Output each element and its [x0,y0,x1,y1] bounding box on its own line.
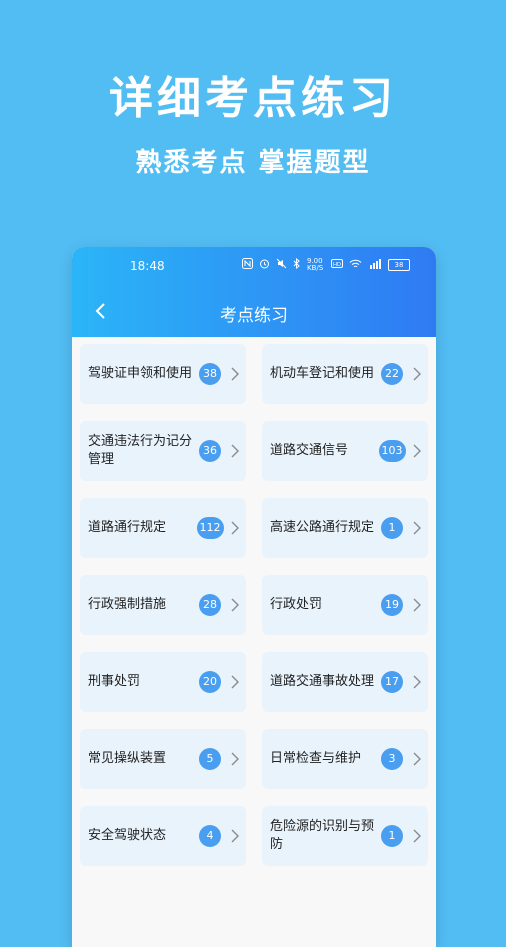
topic-label: 道路交通事故处理 [270,674,375,689]
mute-icon [276,258,287,272]
promo-title: 详细考点练习 [109,73,397,124]
bluetooth-icon [293,257,301,272]
topic-card[interactable]: 驾驶证申领和使用 38 [80,344,246,404]
topic-card[interactable]: 行政处罚 19 [262,575,428,635]
signal-icon [368,258,382,272]
question-count-badge: 19 [381,594,403,616]
chevron-right-icon [413,675,421,689]
topic-card[interactable]: 行政强制措施 28 [80,575,246,635]
page-title: 考点练习 [220,306,288,326]
topic-card[interactable]: 道路交通信号 103 [262,421,428,481]
question-count-badge: 5 [199,748,221,770]
question-count-badge: 1 [381,825,403,847]
svg-text:HD: HD [333,262,341,268]
status-time: 18:48 [130,259,165,273]
topic-label: 驾驶证申领和使用 [88,366,193,381]
topic-label: 日常检查与维护 [270,751,362,766]
topic-label: 道路交通信号 [270,443,349,458]
topic-card[interactable]: 日常检查与维护 3 [262,729,428,789]
topic-card[interactable]: 机动车登记和使用 22 [262,344,428,404]
status-icons: 9.00 KB/S HD 38 [242,258,410,272]
topic-card[interactable]: 交通违法行为记分管理 36 [80,421,246,481]
alarm-icon [259,258,270,272]
question-count-badge: 38 [199,363,221,385]
wifi-icon [349,259,362,272]
chevron-right-icon [231,367,239,381]
chevron-right-icon [231,752,239,766]
topic-label: 刑事处罚 [88,674,141,689]
chevron-right-icon [231,598,239,612]
topic-label: 常见操纵装置 [88,751,167,766]
question-count-badge: 36 [199,440,221,462]
topic-card[interactable]: 安全驾驶状态 4 [80,806,246,866]
topic-card[interactable]: 刑事处罚 20 [80,652,246,712]
topic-label: 行政处罚 [270,597,323,612]
chevron-right-icon [231,675,239,689]
topic-label: 高速公路通行规定 [270,520,375,535]
topic-label: 行政强制措施 [88,597,167,612]
topic-card[interactable]: 危险源的识别与预防 1 [262,806,428,866]
topic-card[interactable]: 常见操纵装置 5 [80,729,246,789]
topic-label: 交通违法行为记分管理 [88,434,193,467]
network-speed: 9.00 KB/S [307,257,324,272]
chevron-right-icon [231,829,239,843]
nfc-icon [242,258,253,272]
question-count-badge: 20 [199,671,221,693]
question-count-badge: 22 [381,363,403,385]
topic-card[interactable]: 高速公路通行规定 1 [262,498,428,558]
question-count-badge: 3 [381,748,403,770]
question-count-badge: 4 [199,825,221,847]
battery-icon: 38 [388,259,410,271]
chevron-right-icon [413,598,421,612]
topic-card[interactable]: 道路通行规定 112 [80,498,246,558]
chevron-right-icon [231,521,239,535]
promo-subtitle: 熟悉考点 掌握题型 [135,148,371,178]
chevron-right-icon [413,752,421,766]
question-count-badge: 103 [378,440,406,462]
topic-label: 道路通行规定 [88,520,167,535]
hd-icon: HD [331,259,343,271]
question-count-badge: 1 [381,517,403,539]
chevron-right-icon [413,444,421,458]
topic-label: 安全驾驶状态 [88,828,167,843]
topic-label: 机动车登记和使用 [270,366,375,381]
chevron-right-icon [413,367,421,381]
phone-screen: 18:48 9.00 KB/S HD 38 考点练习 驾驶证申领和使用 38 机… [72,247,436,947]
chevron-right-icon [231,444,239,458]
topic-card[interactable]: 道路交通事故处理 17 [262,652,428,712]
chevron-right-icon [413,521,421,535]
topic-label: 危险源的识别与预防 [270,819,375,852]
chevron-right-icon [413,829,421,843]
question-count-badge: 17 [381,671,403,693]
question-count-badge: 112 [196,517,224,539]
app-header: 18:48 9.00 KB/S HD 38 考点练习 [72,247,436,337]
question-count-badge: 28 [199,594,221,616]
